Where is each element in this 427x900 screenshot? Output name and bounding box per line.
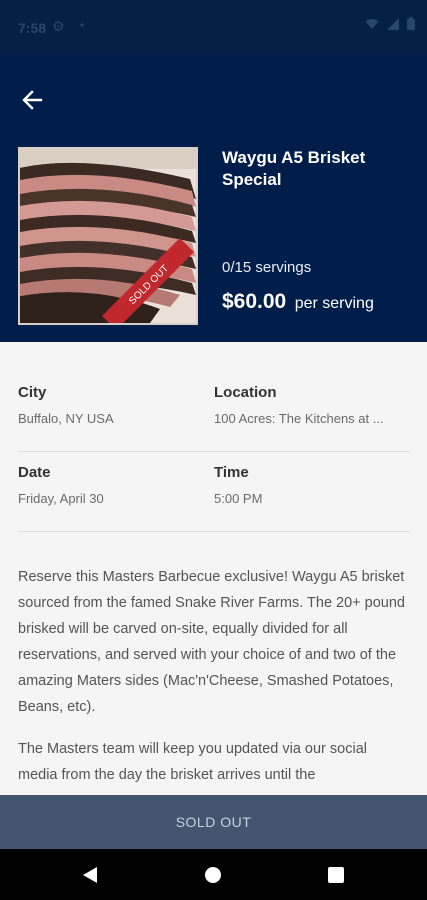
status-bar: 7:58 ⚙ •	[0, 0, 427, 54]
city-label: City	[18, 384, 47, 401]
event-details: City Buffalo, NY USA Location 100 Acres:…	[0, 342, 427, 795]
location-value: 100 Acres: The Kitchens at ...	[214, 411, 384, 426]
info-row-city-location: City Buffalo, NY USA Location 100 Acres:…	[18, 372, 410, 452]
date-value: Friday, April 30	[18, 491, 104, 506]
sold-out-button-label: SOLD OUT	[175, 814, 252, 830]
status-time: 7:58	[18, 20, 47, 36]
date-cell: Date Friday, April 30	[18, 464, 208, 506]
info-grid: City Buffalo, NY USA Location 100 Acres:…	[18, 372, 410, 532]
status-icons	[365, 17, 415, 33]
price: $60.00	[222, 290, 287, 313]
nav-home-button[interactable]	[199, 861, 227, 889]
battery-icon	[407, 17, 415, 30]
recents-square-icon	[328, 867, 344, 883]
event-description: Reserve this Masters Barbecue exclusive!…	[18, 564, 408, 788]
location-label: Location	[214, 384, 277, 401]
back-triangle-icon	[83, 867, 97, 883]
time-cell: Time 5:00 PM	[214, 464, 410, 506]
brisket-photo: SOLD OUT	[20, 149, 196, 323]
signal-icon	[387, 18, 400, 30]
gear-icon: ⚙	[52, 18, 65, 34]
per-serving-label: per serving	[294, 295, 374, 312]
date-label: Date	[18, 464, 51, 481]
description-paragraph: Reserve this Masters Barbecue exclusive!…	[18, 569, 405, 715]
back-button[interactable]	[16, 84, 48, 116]
product-title: Waygu A5 Brisket Special	[222, 148, 366, 189]
product-image: SOLD OUT	[18, 147, 198, 325]
description-paragraph: The Masters team will keep you updated v…	[18, 741, 367, 783]
system-nav-bar	[0, 849, 427, 900]
wifi-icon	[365, 19, 379, 29]
product-header: SOLD OUT Waygu A5 Brisket Special 0/15 s…	[0, 54, 427, 342]
nav-back-button[interactable]	[76, 861, 104, 889]
location-cell: Location 100 Acres: The Kitchens at ...	[214, 384, 410, 426]
city-value: Buffalo, NY USA	[18, 411, 114, 426]
arrow-left-icon	[22, 90, 43, 110]
home-circle-icon	[205, 867, 221, 883]
dot-icon: •	[80, 18, 85, 32]
price-line: $60.00 per serving	[222, 290, 374, 314]
servings-count: 0/15 servings	[222, 259, 312, 276]
time-label: Time	[214, 464, 249, 481]
nav-recents-button[interactable]	[322, 861, 350, 889]
city-cell: City Buffalo, NY USA	[18, 384, 208, 426]
sold-out-button[interactable]: SOLD OUT	[0, 795, 427, 849]
info-row-date-time: Date Friday, April 30 Time 5:00 PM	[18, 452, 410, 532]
time-value: 5:00 PM	[214, 491, 263, 506]
